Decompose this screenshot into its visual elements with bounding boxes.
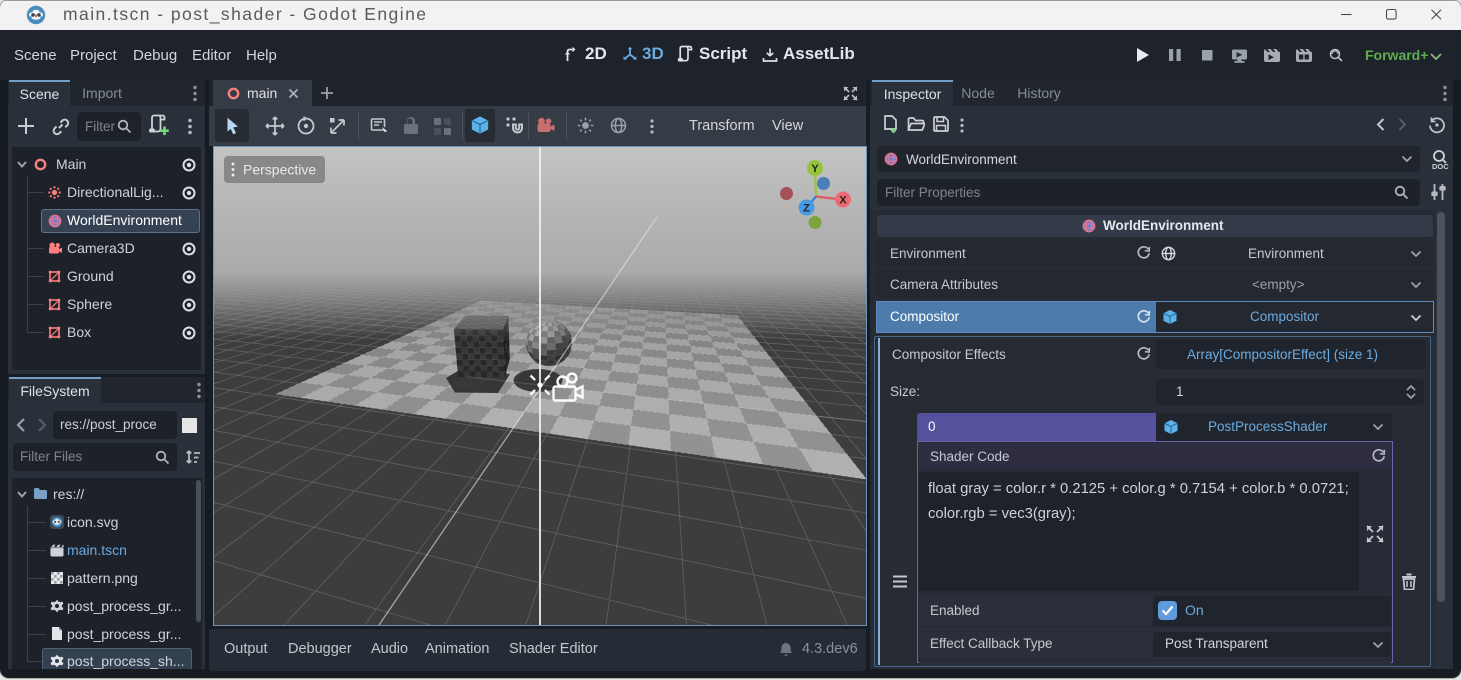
- svg-text:Perspective: Perspective: [243, 162, 316, 178]
- svg-text:Y: Y: [811, 163, 819, 175]
- svg-text:DOC: DOC: [1432, 162, 1449, 170]
- svg-text:X: X: [839, 195, 847, 207]
- svg-text:Z: Z: [803, 203, 810, 215]
